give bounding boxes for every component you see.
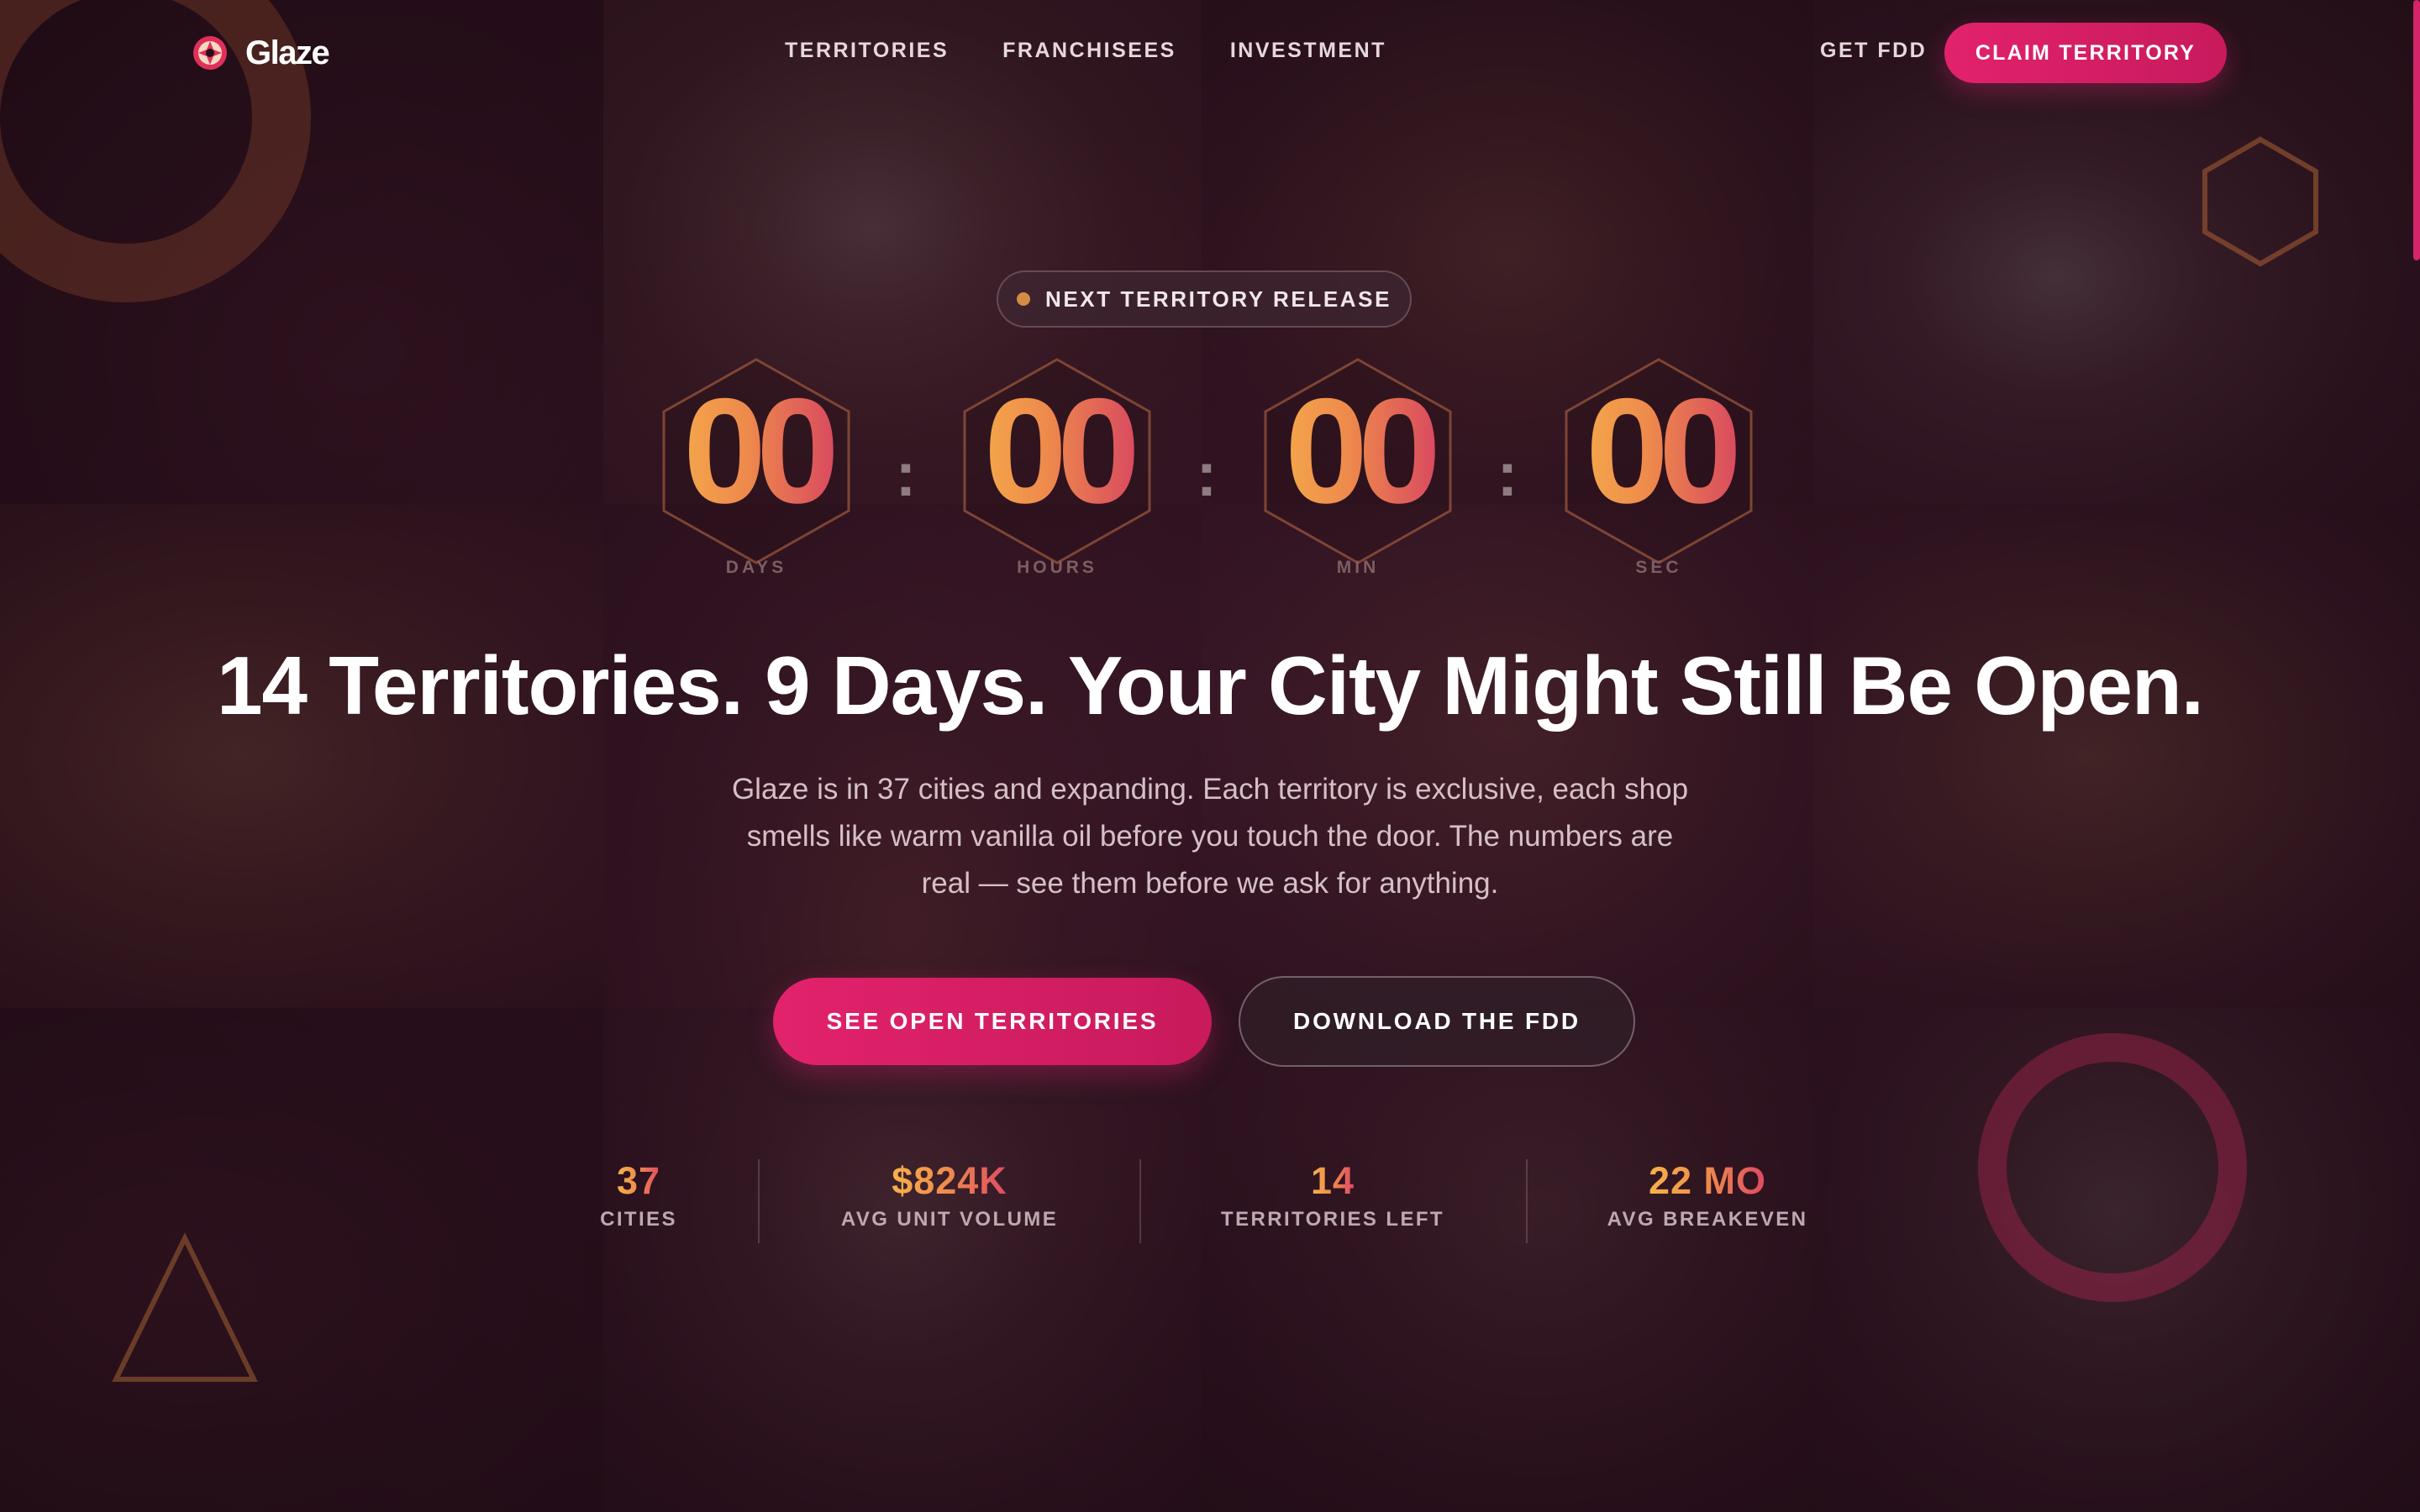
stat-label: TERRITORIES LEFT [1221,1208,1444,1231]
countdown-separator: : [895,439,917,509]
countdown-days-value: 00 [655,376,857,526]
countdown-separator: : [1497,439,1518,509]
countdown-minutes-value: 00 [1257,376,1459,526]
hero-section: NEXT TERRITORY RELEASE 00 DAYS : 00 HOUR… [0,0,2420,1512]
hero-headline: 14 Territories. 9 Days. Your City Might … [217,639,2204,732]
countdown-days-label: DAYS [725,558,787,577]
stat-territories-left: 14 TERRITORIES LEFT [1156,1159,1509,1231]
countdown-seconds: 00 SEC [1558,356,1760,583]
countdown-minutes: 00 MIN [1257,356,1459,583]
countdown-separator: : [1196,439,1218,509]
download-fdd-button[interactable]: DOWNLOAD THE FDD [1239,976,1635,1067]
stat-value: 14 [1310,1159,1355,1202]
stat-avg-breakeven: 22 MO AVG BREAKEVEN [1531,1159,1884,1231]
countdown-minutes-label: MIN [1336,558,1380,577]
countdown-seconds-label: SEC [1635,558,1682,577]
stat-value: 37 [616,1159,661,1202]
stat-divider [758,1159,760,1243]
badge-label: NEXT TERRITORY RELEASE [1044,286,1392,312]
stat-value: 22 MO [1648,1159,1767,1202]
hero-subcopy: Glaze is in 37 cities and expanding. Eac… [731,773,1689,900]
status-dot-icon [1016,292,1030,306]
stat-label: AVG UNIT VOLUME [840,1208,1059,1231]
countdown-days: 00 DAYS [655,356,857,583]
territory-release-badge: NEXT TERRITORY RELEASE [997,270,1412,328]
stats-bar: 37 CITIES $824K AVG UNIT VOLUME 14 TERRI… [0,1159,2420,1260]
countdown-seconds-value: 00 [1558,376,1760,526]
countdown-hours: 00 HOURS [956,356,1158,583]
countdown-hours-label: HOURS [1017,558,1097,577]
stat-value: $824K [892,1159,1007,1202]
see-open-territories-button[interactable]: SEE OPEN TERRITORIES [773,978,1212,1065]
stat-avg-unit-volume: $824K AVG UNIT VOLUME [773,1159,1126,1231]
stat-divider [1139,1159,1141,1243]
stat-label: CITIES [600,1208,677,1231]
countdown-hours-value: 00 [956,376,1158,526]
countdown-timer: 00 DAYS : 00 HOURS : 00 MIN : 00 SEC [0,356,2420,583]
stat-cities: 37 CITIES [462,1159,815,1231]
stat-divider [1526,1159,1528,1243]
stat-label: AVG BREAKEVEN [1607,1208,1808,1231]
